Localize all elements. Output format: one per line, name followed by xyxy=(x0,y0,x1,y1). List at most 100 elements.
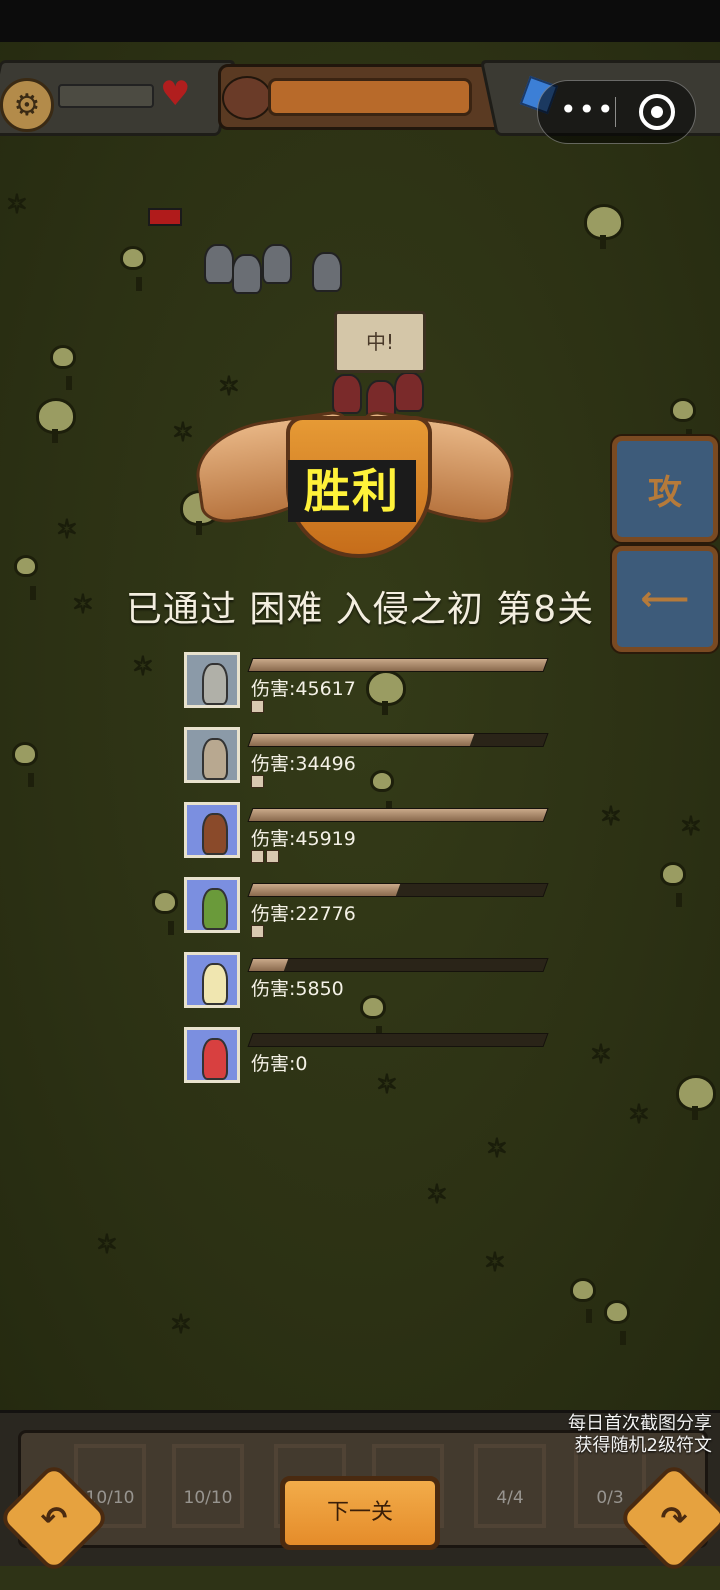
status-bar xyxy=(0,0,720,42)
rune-icons xyxy=(251,850,279,863)
progress-slot xyxy=(268,78,472,116)
star-decoration: ✶ xyxy=(131,651,155,683)
drummer-icon xyxy=(202,1038,228,1080)
damage-label: 伤害:45617 xyxy=(251,678,356,700)
star-decoration: ✶ xyxy=(589,1039,613,1071)
rune-icon xyxy=(251,850,264,863)
star-decoration: ✶ xyxy=(679,811,703,843)
damage-row: 伤害:34496 xyxy=(184,727,554,789)
share-tip-line2: 获得随机2级符文 xyxy=(574,1435,712,1456)
damage-bar-fill xyxy=(248,959,289,971)
tree-decoration xyxy=(14,555,38,600)
tree-decoration xyxy=(120,246,146,291)
tree-decoration xyxy=(570,1278,596,1323)
damage-row: 伤害:45617 xyxy=(184,652,554,714)
more-icon[interactable]: ••• xyxy=(560,95,616,125)
enemy-flag xyxy=(148,208,182,226)
damage-bar xyxy=(247,883,549,897)
tree-decoration xyxy=(604,1300,630,1345)
miniprogram-capsule: ••• xyxy=(537,80,696,144)
ally-soldier xyxy=(332,374,362,414)
unit-portrait xyxy=(184,652,240,708)
star-decoration: ✶ xyxy=(599,801,623,833)
rune-icons xyxy=(251,700,264,713)
damage-label: 伤害:22776 xyxy=(251,903,356,925)
tree-decoration xyxy=(584,204,624,249)
rune-icons xyxy=(251,775,264,788)
heart-icon: ♥ xyxy=(160,74,191,114)
close-icon[interactable] xyxy=(639,94,675,130)
speech-sign: 中! xyxy=(334,311,426,373)
tree-decoration xyxy=(676,1075,716,1120)
gear-icon[interactable]: ⚙ xyxy=(0,78,54,132)
damage-row: 伤害:45919 xyxy=(184,802,554,864)
damage-row: 伤害:0 xyxy=(184,1027,554,1089)
elf-archer-icon xyxy=(202,888,228,930)
unit-portrait xyxy=(184,952,240,1008)
damage-label: 伤害:45919 xyxy=(251,828,356,850)
capsule-divider xyxy=(615,97,616,127)
cavalry-icon xyxy=(202,813,228,855)
unit-portrait xyxy=(184,877,240,933)
rune-icon xyxy=(251,775,264,788)
star-decoration: ✶ xyxy=(425,1179,449,1211)
star-decoration: ✶ xyxy=(171,417,195,449)
unit-slot[interactable]: 10/10 xyxy=(172,1444,244,1528)
unit-slot[interactable]: 4/4 xyxy=(474,1444,546,1528)
damage-bar-fill xyxy=(248,734,474,746)
star-decoration: ✶ xyxy=(169,1309,193,1341)
archer-icon xyxy=(202,738,228,780)
rune-icon xyxy=(251,700,264,713)
share-tip-line1: 每日首次截图分享 xyxy=(568,1413,712,1434)
attack-glyph: 攻 xyxy=(648,472,682,513)
badge-icon xyxy=(222,76,272,120)
tree-decoration xyxy=(660,862,686,907)
share-tip: 每日首次截图分享 获得随机2级符文 xyxy=(568,1413,712,1457)
damage-bar xyxy=(247,658,549,672)
damage-bar-fill xyxy=(248,884,401,896)
damage-bar-fill xyxy=(248,659,548,671)
next-level-button[interactable]: 下一关 xyxy=(280,1476,440,1550)
victory-title: 胜利 xyxy=(288,460,416,522)
share-icon: ↷ xyxy=(660,1499,688,1537)
damage-label: 伤害:5850 xyxy=(251,978,344,1000)
gray-soldier-icon xyxy=(202,663,228,705)
unit-portrait xyxy=(184,1027,240,1083)
damage-bar xyxy=(247,808,549,822)
damage-label: 伤害:0 xyxy=(251,1053,308,1075)
slot-count: 10/10 xyxy=(183,1488,233,1508)
tree-decoration xyxy=(36,398,76,443)
star-decoration: ✶ xyxy=(5,189,29,221)
damage-bar-fill xyxy=(248,1034,254,1046)
damage-row: 伤害:22776 xyxy=(184,877,554,939)
rune-icon xyxy=(251,925,264,938)
damage-bar-fill xyxy=(248,809,548,821)
damage-label: 伤害:34496 xyxy=(251,753,356,775)
tree-decoration xyxy=(670,398,696,443)
damage-bar xyxy=(247,958,549,972)
rune-icons xyxy=(251,925,264,938)
arrow-left-icon: ⟵ xyxy=(640,579,690,619)
priestess-icon xyxy=(202,963,228,1005)
ally-soldier xyxy=(394,372,424,412)
victory-emblem: 胜利 xyxy=(190,409,520,560)
star-decoration: ✶ xyxy=(627,1099,651,1131)
star-decoration: ✶ xyxy=(217,371,241,403)
tree-decoration xyxy=(50,345,76,390)
retreat-button[interactable]: ⟵ xyxy=(612,546,718,652)
enemy-soldier xyxy=(262,244,292,284)
hp-slot xyxy=(58,84,154,108)
enemy-soldier xyxy=(312,252,342,292)
unit-portrait xyxy=(184,802,240,858)
enemy-soldier xyxy=(232,254,262,294)
attack-button[interactable]: 攻 xyxy=(612,436,718,542)
rune-icon xyxy=(266,850,279,863)
enemy-soldier xyxy=(204,244,234,284)
star-decoration: ✶ xyxy=(95,1229,119,1261)
star-decoration: ✶ xyxy=(55,514,79,546)
damage-row: 伤害:5850 xyxy=(184,952,554,1014)
damage-bar xyxy=(247,1033,549,1047)
tree-decoration xyxy=(152,890,178,935)
star-decoration: ✶ xyxy=(483,1247,507,1279)
tree-decoration xyxy=(12,742,38,787)
